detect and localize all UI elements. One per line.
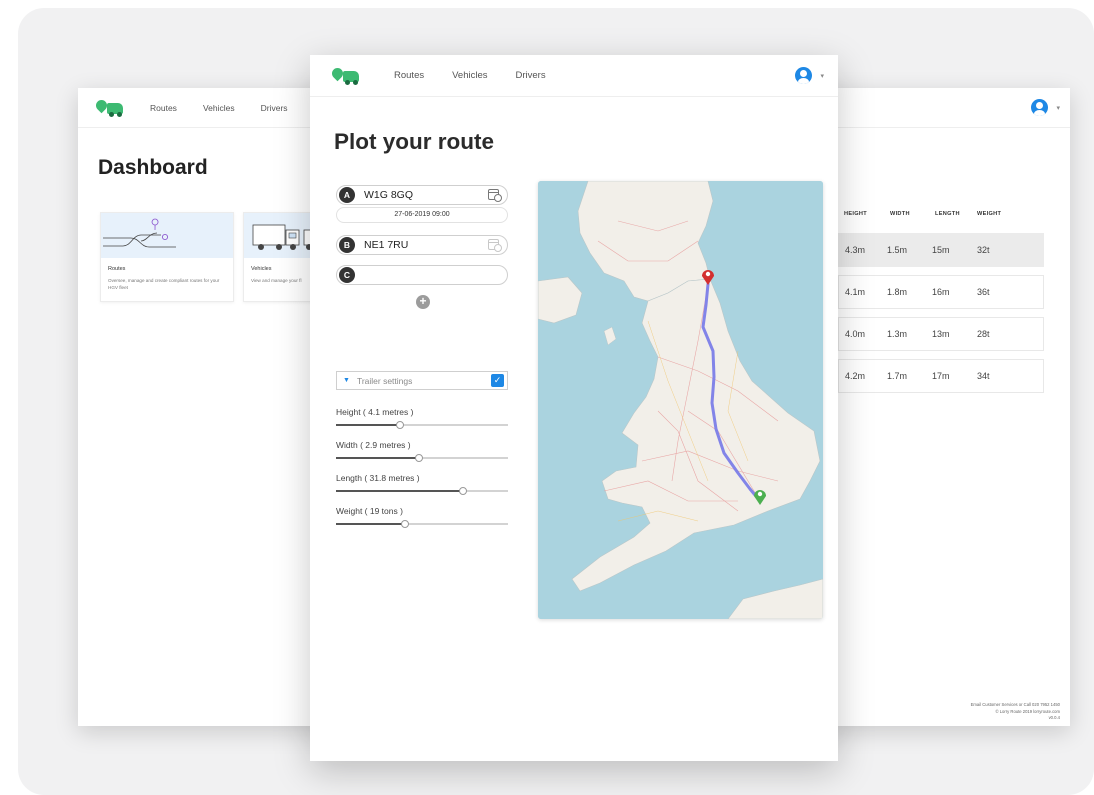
length-slider-label: Length ( 31.8 metres ) bbox=[336, 473, 420, 483]
cell-length: 15m bbox=[932, 245, 950, 255]
vehicles-window: ▾ HEIGHT WIDTH LENGTH WEIGHT 4.3m 1.5m 1… bbox=[826, 88, 1070, 726]
cell-width: 1.7m bbox=[887, 371, 908, 381]
table-row[interactable]: 4.0m 1.3m 13m 28t bbox=[838, 317, 1044, 351]
length-slider-group: Length ( 31.8 metres ) bbox=[336, 473, 508, 495]
footer-contact[interactable]: Email Customer Services or Call 020 7952… bbox=[971, 702, 1060, 709]
lorry-route-logo[interactable] bbox=[93, 97, 124, 117]
routes-illustration bbox=[101, 213, 233, 258]
dashboard-window: Routes Vehicles Drivers Dashboard Routes… bbox=[78, 88, 340, 726]
vehicles-table: HEIGHT WIDTH LENGTH WEIGHT 4.3m 1.5m 15m… bbox=[838, 211, 1048, 393]
length-slider[interactable] bbox=[336, 486, 508, 495]
slider-thumb[interactable] bbox=[395, 420, 404, 429]
slider-thumb[interactable] bbox=[414, 453, 423, 462]
stop-a-input[interactable]: A W1G 8GQ bbox=[336, 185, 508, 205]
weight-slider-group: Weight ( 19 tons ) bbox=[336, 506, 508, 528]
cell-weight: 32t bbox=[977, 245, 990, 255]
stop-b-input[interactable]: B NE1 7RU bbox=[336, 235, 508, 255]
cell-weight: 28t bbox=[977, 329, 990, 339]
cell-width: 1.8m bbox=[887, 287, 908, 297]
cell-weight: 34t bbox=[977, 371, 990, 381]
width-slider-group: Width ( 2.9 metres ) bbox=[336, 440, 508, 462]
column-height[interactable]: HEIGHT bbox=[844, 211, 890, 217]
cell-width: 1.3m bbox=[887, 329, 908, 339]
cell-height: 4.0m bbox=[845, 329, 866, 339]
width-slider[interactable] bbox=[336, 453, 508, 462]
checkbox-checked-icon[interactable]: ✓ bbox=[491, 374, 504, 387]
slider-thumb[interactable] bbox=[400, 519, 409, 528]
routes-card[interactable]: Routes Oversee, manage and create compli… bbox=[100, 212, 234, 302]
table-row[interactable]: 4.2m 1.7m 17m 34t bbox=[838, 359, 1044, 393]
calendar-clock-icon[interactable] bbox=[488, 239, 502, 252]
width-slider-label: Width ( 2.9 metres ) bbox=[336, 440, 411, 450]
cell-height: 4.3m bbox=[845, 245, 866, 255]
nav-vehicles[interactable]: Vehicles bbox=[452, 70, 487, 81]
lorry-route-logo[interactable] bbox=[329, 65, 360, 85]
height-slider[interactable] bbox=[336, 420, 508, 429]
nav-drivers[interactable]: Drivers bbox=[261, 103, 288, 113]
card-description: Oversee, manage and create compliant rou… bbox=[108, 278, 220, 290]
cell-length: 13m bbox=[932, 329, 950, 339]
chevron-down-icon[interactable]: ▾ bbox=[1056, 104, 1060, 112]
card-title: Routes bbox=[108, 266, 126, 272]
trailer-settings-toggle[interactable]: ▼ Trailer settings ✓ bbox=[336, 371, 508, 390]
stop-b-badge: B bbox=[339, 237, 355, 253]
route-planner-window: Routes Vehicles Drivers ▾ Plot your rout… bbox=[310, 55, 838, 761]
chevron-down-icon[interactable]: ▾ bbox=[820, 72, 824, 80]
cell-height: 4.2m bbox=[845, 371, 866, 381]
nav-routes[interactable]: Routes bbox=[394, 70, 424, 81]
cell-weight: 36t bbox=[977, 287, 990, 297]
calendar-clock-icon[interactable] bbox=[488, 189, 502, 202]
height-slider-label: Height ( 4.1 metres ) bbox=[336, 407, 414, 417]
cell-width: 1.5m bbox=[887, 245, 908, 255]
weight-slider-label: Weight ( 19 tons ) bbox=[336, 506, 403, 516]
slider-thumb[interactable] bbox=[459, 486, 468, 495]
page-title: Plot your route bbox=[334, 129, 495, 154]
stop-b-value: NE1 7RU bbox=[364, 239, 409, 251]
nav-drivers[interactable]: Drivers bbox=[516, 70, 546, 81]
stop-a-value: W1G 8GQ bbox=[364, 189, 414, 201]
stop-a-badge: A bbox=[339, 187, 355, 203]
triangle-down-icon: ▼ bbox=[343, 377, 350, 384]
page-title: Dashboard bbox=[98, 156, 208, 179]
nav-routes[interactable]: Routes bbox=[150, 103, 177, 113]
table-row[interactable]: 4.1m 1.8m 16m 36t bbox=[838, 275, 1044, 309]
route-planner-nav: Routes Vehicles Drivers ▾ bbox=[310, 55, 838, 97]
height-slider-group: Height ( 4.1 metres ) bbox=[336, 407, 508, 429]
user-avatar-icon[interactable] bbox=[1031, 99, 1048, 116]
footer: Email Customer Services or Call 020 7952… bbox=[971, 702, 1060, 722]
weight-slider[interactable] bbox=[336, 519, 508, 528]
route-map[interactable] bbox=[538, 181, 823, 619]
column-width[interactable]: WIDTH bbox=[890, 211, 935, 217]
table-row[interactable]: 4.3m 1.5m 15m 32t bbox=[838, 233, 1044, 267]
nav-vehicles[interactable]: Vehicles bbox=[203, 103, 235, 113]
table-header: HEIGHT WIDTH LENGTH WEIGHT bbox=[844, 211, 1048, 217]
stop-c-input[interactable]: C bbox=[336, 265, 508, 285]
stop-c-badge: C bbox=[339, 267, 355, 283]
footer-version: v0.0.4 bbox=[1048, 715, 1060, 720]
add-stop-button[interactable]: + bbox=[416, 295, 430, 309]
vehicles-nav: ▾ bbox=[826, 88, 1070, 128]
dashboard-nav: Routes Vehicles Drivers bbox=[78, 88, 340, 128]
user-avatar-icon[interactable] bbox=[795, 67, 812, 84]
cell-length: 16m bbox=[932, 287, 950, 297]
column-weight[interactable]: WEIGHT bbox=[977, 211, 1017, 217]
cell-length: 17m bbox=[932, 371, 950, 381]
cell-height: 4.1m bbox=[845, 287, 866, 297]
column-length[interactable]: LENGTH bbox=[935, 211, 977, 217]
trailer-settings-label: Trailer settings bbox=[356, 375, 413, 386]
departure-datetime[interactable]: 27-06-2019 09:00 bbox=[336, 207, 508, 223]
